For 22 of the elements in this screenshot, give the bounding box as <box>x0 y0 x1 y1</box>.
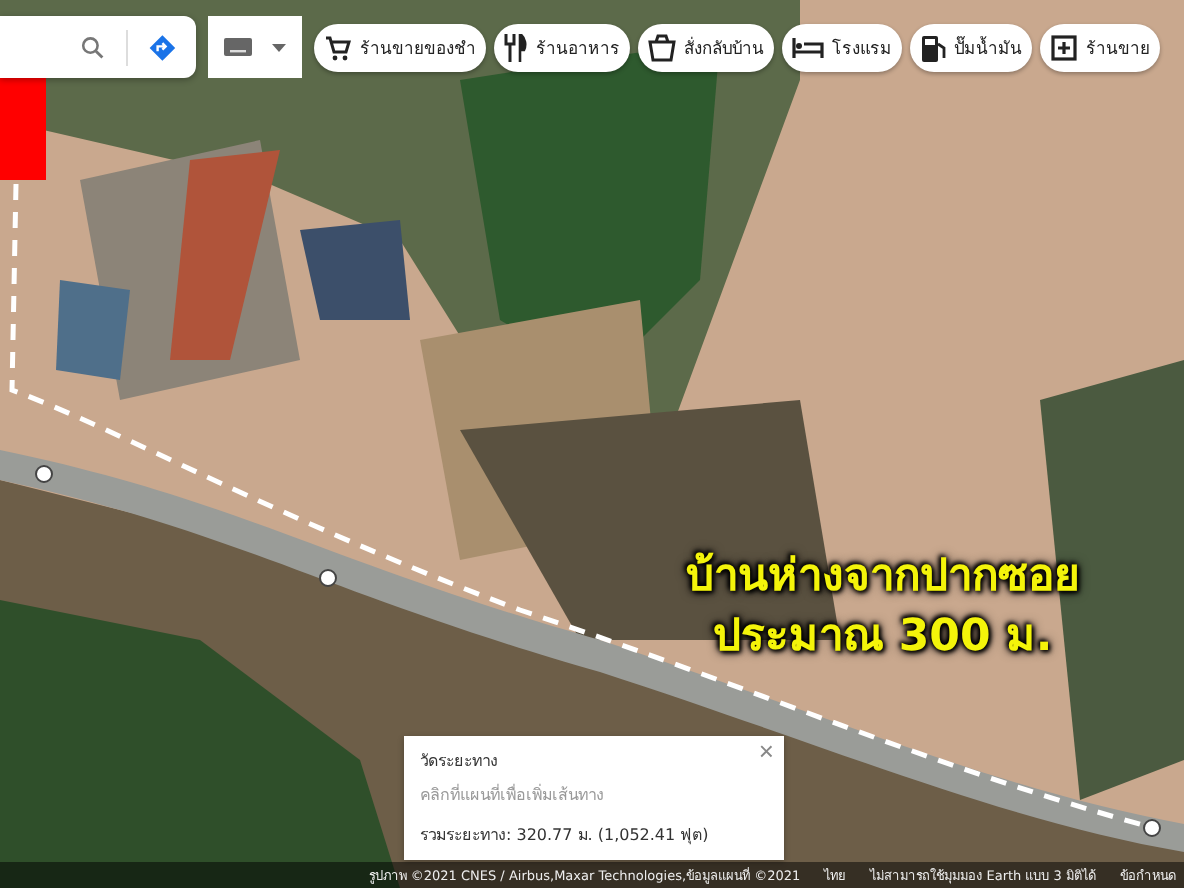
directions-icon[interactable] <box>147 29 176 65</box>
measure-title: วัดระยะทาง <box>420 750 500 774</box>
input-tools-button[interactable] <box>208 16 302 78</box>
bed-icon <box>792 35 824 59</box>
takeout-box-icon <box>648 33 676 61</box>
total-distance: รวมระยะทาง: 320.77 ม. (1,052.41 ฟุต) <box>420 824 711 848</box>
category-chip[interactable]: ร้านอาหาร <box>494 23 630 71</box>
category-chip[interactable]: ร้านขาย <box>1040 23 1160 71</box>
shop-icon <box>1050 33 1078 61</box>
category-chip[interactable]: ปั๊มน้ำมัน <box>910 23 1032 71</box>
measure-hint: คลิกที่แผนที่เพื่อเพิ่มเส้นทาง <box>420 782 606 808</box>
cart-icon <box>324 33 352 61</box>
fork-knife-icon <box>504 33 528 61</box>
category-chip[interactable]: ร้านขายของชำ <box>314 23 486 71</box>
category-chip[interactable]: โรงแรม <box>782 23 902 71</box>
search-field[interactable] <box>0 16 196 78</box>
search-icon <box>80 31 106 63</box>
fuel-pump-icon <box>920 33 946 61</box>
keyboard-icon <box>224 38 252 56</box>
close-button[interactable]: × <box>754 736 778 768</box>
caret-icon <box>272 43 286 51</box>
category-chip[interactable]: สั่งกลับบ้าน <box>638 23 774 71</box>
